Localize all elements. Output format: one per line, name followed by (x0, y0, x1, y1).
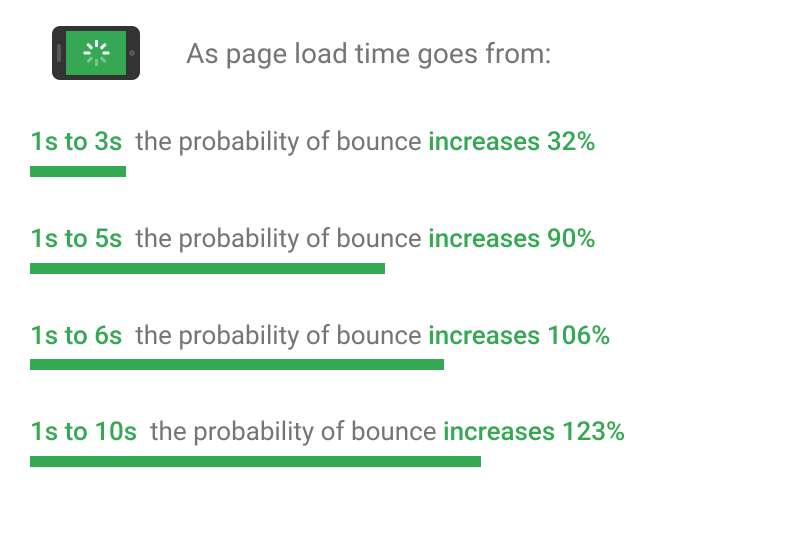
row-text: 1s to 6s the probability of bounce incre… (30, 320, 770, 354)
increase-value: increases 123% (443, 417, 625, 447)
bar-fill (30, 166, 126, 177)
data-row: 1s to 10s the probability of bounce incr… (30, 416, 770, 467)
data-row: 1s to 3s the probability of bounce incre… (30, 126, 770, 177)
bar-track (30, 263, 770, 274)
increase-value: increases 90% (428, 224, 595, 254)
row-mid: the probability of bounce (150, 417, 436, 447)
bar-fill (30, 456, 481, 467)
row-text: 1s to 3s the probability of bounce incre… (30, 126, 770, 160)
row-mid: the probability of bounce (135, 321, 421, 351)
data-row: 1s to 6s the probability of bounce incre… (30, 320, 770, 371)
phone-loading-icon (52, 26, 140, 80)
time-range: 1s to 10s (30, 417, 137, 447)
bar-track (30, 456, 770, 467)
bar-fill (30, 263, 385, 274)
time-range: 1s to 5s (30, 224, 122, 254)
time-range: 1s to 3s (30, 127, 122, 157)
data-rows: 1s to 3s the probability of bounce incre… (30, 126, 770, 467)
bar-fill (30, 359, 444, 370)
increase-value: increases 32% (428, 127, 595, 157)
spinner-icon (83, 40, 109, 66)
row-text: 1s to 5s the probability of bounce incre… (30, 223, 770, 257)
increase-value: increases 106% (428, 321, 610, 351)
row-mid: the probability of bounce (135, 127, 421, 157)
time-range: 1s to 6s (30, 321, 122, 351)
page-title: As page load time goes from: (186, 37, 551, 70)
header: As page load time goes from: (30, 26, 770, 80)
bar-track (30, 359, 770, 370)
bar-track (30, 166, 770, 177)
row-text: 1s to 10s the probability of bounce incr… (30, 416, 770, 450)
row-mid: the probability of bounce (135, 224, 421, 254)
data-row: 1s to 5s the probability of bounce incre… (30, 223, 770, 274)
